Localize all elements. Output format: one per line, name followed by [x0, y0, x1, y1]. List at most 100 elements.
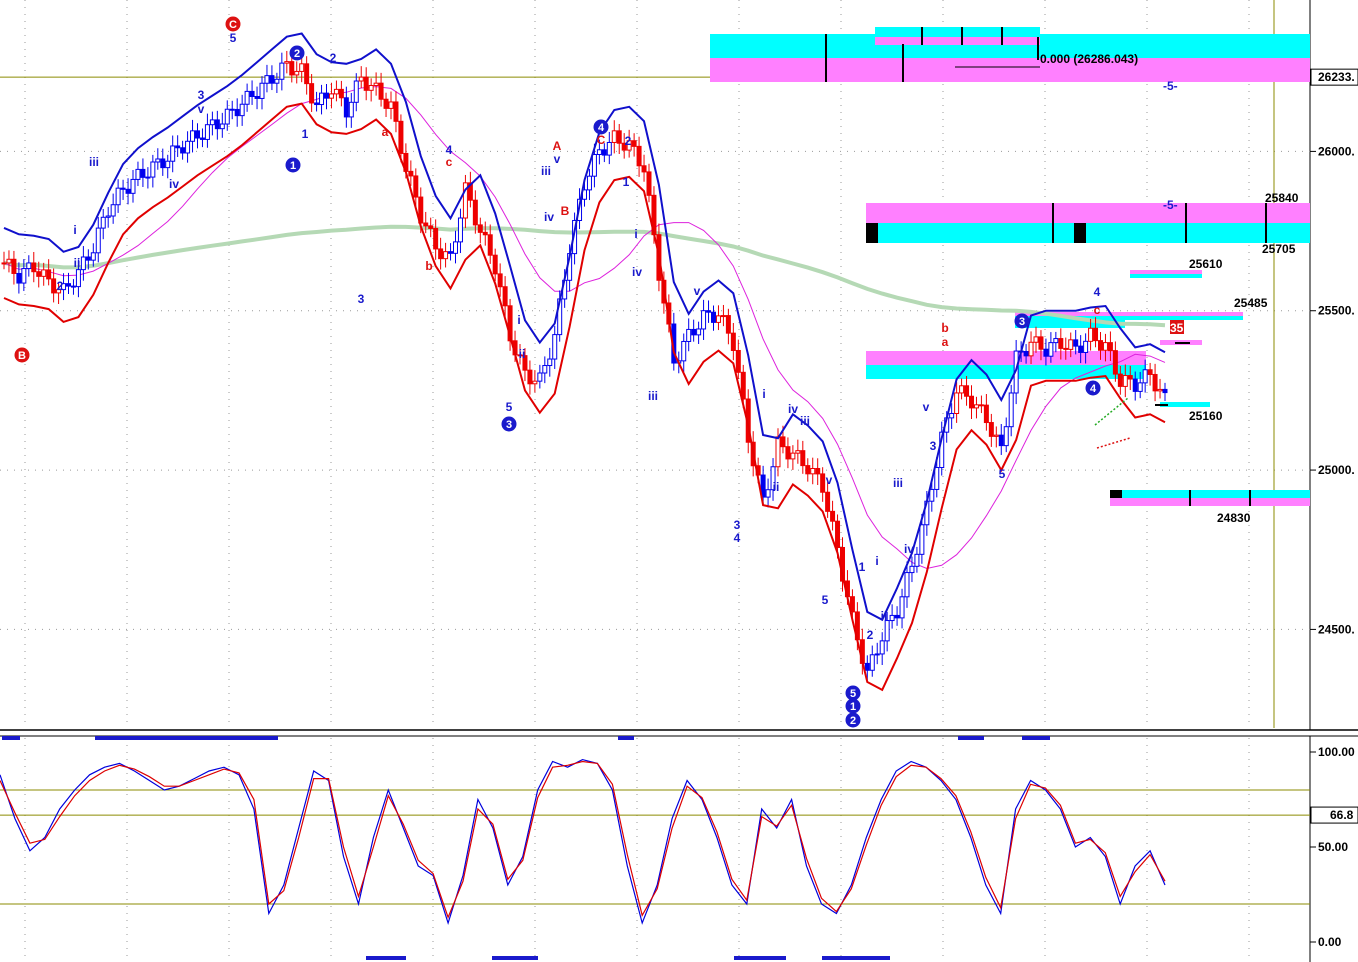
- candle-body: [413, 175, 419, 198]
- candle-body: [269, 75, 275, 84]
- candle-body: [259, 82, 265, 99]
- wave-label-3: 3: [358, 292, 365, 306]
- candle-body: [284, 61, 290, 64]
- candle-body: [983, 404, 989, 424]
- candle-body: [398, 120, 404, 154]
- candle-body: [701, 310, 707, 330]
- candle-body: [170, 145, 176, 162]
- target-level-label: 24830: [1217, 511, 1251, 525]
- candle-body: [383, 98, 389, 109]
- wave-label-a: a: [382, 125, 389, 139]
- candle-body: [1162, 388, 1168, 394]
- price-axis-panel: [1310, 0, 1358, 730]
- candle-body: [988, 422, 994, 437]
- candle-body: [160, 158, 166, 169]
- candle-body: [805, 465, 811, 475]
- signal-bar-bottom: [366, 956, 406, 960]
- candle-body: [686, 328, 692, 342]
- candle-body: [338, 88, 344, 99]
- candle-body: [368, 85, 374, 91]
- wave-label-1: 1: [850, 701, 856, 713]
- zone-magenta-mid: [866, 351, 1146, 365]
- candle-body: [1073, 339, 1079, 347]
- candle-body: [41, 269, 47, 277]
- wave-label-i: i: [762, 387, 765, 401]
- fib-label: 0.000 (26286.043): [1040, 52, 1138, 66]
- current-price-label: 26233.: [1318, 70, 1355, 84]
- candle-body: [80, 256, 86, 271]
- candle-body: [1093, 327, 1099, 342]
- wave-label-4: 4: [734, 531, 741, 545]
- zone-cyan-top-small: [875, 27, 1040, 37]
- candle-body: [730, 332, 736, 351]
- candle-body: [309, 83, 315, 104]
- candle-body: [810, 467, 816, 475]
- candle-body: [1127, 375, 1133, 380]
- candle-body: [542, 365, 548, 374]
- wave-label-v: v: [554, 152, 561, 166]
- wave-label-5: 5: [822, 593, 829, 607]
- candle-body: [185, 140, 191, 154]
- wave-label-ii: ii: [74, 256, 81, 270]
- candle-body: [502, 286, 508, 307]
- pti-label: 35 PTI: [1170, 321, 1205, 335]
- target-level-label: 25160: [1189, 409, 1223, 423]
- candle-body: [279, 62, 285, 80]
- marker-label: -5-: [1163, 198, 1178, 212]
- candle-body: [234, 108, 240, 117]
- candle-body: [497, 273, 503, 288]
- candle-body: [1063, 347, 1069, 350]
- signal-bar-top: [618, 736, 634, 740]
- candle-body: [219, 123, 225, 130]
- candle-body: [393, 101, 399, 122]
- candle-body: [765, 489, 771, 498]
- candle-body: [1152, 373, 1158, 392]
- candle-body: [1053, 338, 1059, 344]
- candle-body: [1008, 392, 1014, 428]
- wave-label-3: 3: [506, 419, 512, 431]
- candle-body: [1142, 369, 1148, 384]
- candle-body: [314, 102, 320, 106]
- candle-body: [899, 596, 905, 619]
- candle-body: [681, 340, 687, 362]
- signal-bar-bottom: [822, 956, 890, 960]
- wave-label-2: 2: [625, 134, 632, 148]
- candle-body: [1058, 338, 1064, 349]
- y-tick-label: 24500.: [1318, 622, 1355, 636]
- wave-label-b: b: [425, 259, 432, 273]
- wave-label-v: v: [694, 284, 701, 298]
- candle-body: [800, 450, 806, 467]
- candle-body: [532, 380, 538, 385]
- candle-body: [909, 565, 915, 574]
- wave-label-4: 4: [598, 122, 605, 134]
- candle-body: [343, 97, 349, 118]
- stochastic-axis: 100.00 50.00 0.00 66.8: [1310, 745, 1358, 949]
- candle-body: [36, 271, 42, 277]
- candle-body: [289, 61, 295, 76]
- candle-body: [31, 262, 37, 273]
- candle-body: [348, 101, 354, 118]
- wave-label-i: i: [73, 223, 76, 237]
- candle-body: [879, 640, 885, 655]
- candle-body: [889, 614, 895, 622]
- candle-body: [457, 217, 463, 243]
- candle-body: [646, 171, 652, 196]
- candle-body: [1078, 345, 1084, 353]
- target-level-label: 25705: [1262, 242, 1296, 256]
- wave-label-ii: ii: [881, 609, 888, 623]
- stoch-current-label: 66.8: [1330, 808, 1354, 822]
- candle-body: [596, 149, 602, 155]
- wave-label-5: 5: [999, 467, 1006, 481]
- candle-body: [1147, 369, 1153, 375]
- zone-block: [1074, 223, 1086, 243]
- candle-body: [616, 130, 622, 144]
- candle-body: [954, 392, 960, 414]
- candle-body: [328, 93, 334, 99]
- candle-body: [378, 82, 384, 100]
- candle-body: [487, 234, 493, 256]
- y-tick-label: 26000.: [1318, 144, 1355, 158]
- candle-body: [75, 269, 81, 288]
- y-tick-label: 25000.: [1318, 463, 1355, 477]
- candle-body: [1, 262, 7, 265]
- signal-bar-top: [958, 736, 984, 740]
